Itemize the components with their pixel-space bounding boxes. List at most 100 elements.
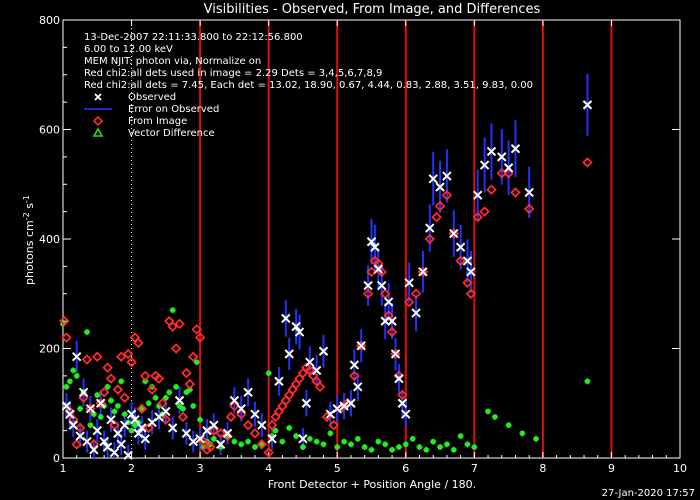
y-axis-label: photons cm-2 s-1: [22, 195, 36, 285]
difference-point: [375, 438, 382, 445]
image-point: [139, 370, 151, 382]
x-tick-label: 8: [539, 462, 546, 475]
difference-point: [320, 441, 327, 448]
difference-point: [169, 307, 176, 314]
legend-label: Vector Difference: [128, 128, 215, 139]
difference-point: [382, 441, 389, 448]
image-point: [486, 184, 497, 195]
image-point: [153, 373, 165, 384]
difference-point: [279, 438, 286, 445]
x-tick-label: 10: [673, 462, 687, 475]
difference-point: [66, 378, 73, 385]
image-point: [177, 411, 189, 423]
difference-point: [354, 435, 361, 442]
difference-point: [121, 411, 128, 418]
legend-entry: From Image: [92, 115, 187, 127]
image-point: [431, 211, 442, 223]
image-point: [119, 392, 130, 404]
y-axis-label-exp2: -1: [22, 195, 31, 203]
info-line: MEM NJIT: photon via, Normalize on: [84, 56, 261, 67]
x-tick-label: 7: [471, 462, 478, 475]
difference-point: [402, 441, 409, 448]
difference-point: [166, 389, 173, 396]
difference-point: [251, 444, 258, 451]
image-point: [181, 367, 192, 379]
difference-point: [114, 402, 121, 409]
difference-point: [395, 444, 402, 451]
difference-point: [293, 433, 300, 440]
legend-entry: Vector Difference: [92, 127, 215, 139]
legend-x-icon: [94, 93, 102, 101]
difference-point: [128, 427, 135, 434]
image-point: [112, 384, 124, 395]
difference-point: [197, 416, 204, 423]
info-text: 13-Dec-2007 22:11:33.800 to 22:12:56.800…: [84, 32, 533, 91]
y-tick-label: 800: [39, 14, 60, 27]
difference-point: [286, 424, 293, 431]
difference-point: [423, 446, 430, 453]
difference-point: [341, 438, 348, 445]
image-point: [479, 206, 490, 217]
difference-point: [450, 446, 457, 453]
difference-point: [111, 408, 118, 415]
image-point: [184, 378, 196, 390]
y-tick-label: 400: [39, 233, 60, 246]
difference-point: [210, 435, 217, 442]
difference-point: [70, 367, 77, 374]
difference-point: [491, 413, 498, 420]
difference-point: [327, 430, 334, 437]
x-tick-label: 6: [402, 462, 409, 475]
y-axis-label-exp1: -2: [22, 212, 31, 220]
legend-label: Observed: [128, 92, 176, 103]
x-tick-label: 5: [334, 462, 341, 475]
info-line: Red chi2:all dets used in image = 2.29 D…: [84, 68, 382, 79]
difference-point: [361, 444, 368, 451]
info-line: 13-Dec-2007 22:11:33.800 to 22:12:56.800: [84, 32, 303, 43]
difference-point: [118, 378, 125, 385]
difference-point: [389, 446, 396, 453]
image-point: [170, 343, 182, 354]
image-point: [249, 428, 261, 439]
x-tick-label: 9: [608, 462, 615, 475]
y-axis-label-mid: s: [23, 203, 36, 212]
difference-point: [430, 438, 437, 445]
difference-point: [245, 438, 252, 445]
y-axis-label-base: photons cm: [23, 220, 36, 285]
image-point: [410, 288, 422, 300]
image-point: [105, 373, 117, 384]
difference-point: [83, 329, 90, 336]
difference-point: [94, 392, 101, 399]
image-point: [81, 354, 93, 365]
legend: ObservedError on ObservedFrom ImageVecto…: [84, 92, 219, 139]
difference-point: [416, 444, 423, 451]
legend-diamond-icon: [92, 115, 104, 127]
info-line: Red chi2:all dets = 7.45, Each det = 13.…: [84, 80, 533, 91]
difference-point: [505, 422, 512, 429]
difference-point: [347, 441, 354, 448]
difference-point: [306, 435, 313, 442]
image-point: [126, 356, 137, 368]
image-point: [582, 157, 593, 168]
difference-point: [519, 430, 526, 437]
difference-point: [485, 408, 492, 415]
image-point: [102, 362, 113, 373]
difference-point: [107, 397, 114, 404]
difference-point: [173, 383, 180, 390]
difference-point: [443, 441, 450, 448]
chart-title: Visibilities - Observed, From Image, and…: [204, 2, 541, 17]
info-line: 6.00 to 12.00 keV: [84, 44, 173, 55]
image-point: [92, 351, 103, 362]
legend-entry: Error on Observed: [84, 104, 219, 115]
x-tick-label: 3: [197, 462, 204, 475]
difference-point: [457, 433, 464, 440]
y-tick-label: 600: [39, 124, 60, 137]
difference-point: [584, 378, 591, 385]
difference-point: [368, 446, 375, 453]
difference-point: [464, 441, 471, 448]
difference-point: [231, 438, 238, 445]
difference-point: [63, 383, 70, 390]
legend-entry: Observed: [94, 92, 176, 103]
image-points: [59, 157, 593, 458]
difference-point: [299, 444, 306, 451]
difference-point: [334, 444, 341, 451]
